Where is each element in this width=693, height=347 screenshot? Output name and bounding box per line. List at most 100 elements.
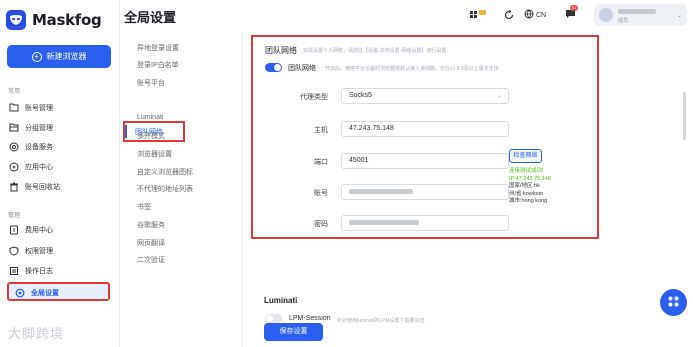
password-input[interactable]: [341, 215, 509, 231]
sidebar: Maskfog + 新建浏览器 常用 账号管理 分组管理 设备服务 应用中心 账…: [0, 0, 120, 347]
account-input[interactable]: [341, 184, 509, 200]
settings-content: 团队网络 如需设置个人网络，请前往【设置-本地设置-网络设置】进行设置 团队网络…: [243, 32, 693, 347]
scrollbar[interactable]: [683, 92, 686, 140]
settings-nav-item[interactable]: 异地登录设置: [137, 43, 179, 53]
avatar: [599, 8, 613, 22]
test-region: 国家/地区:hk: [509, 183, 540, 189]
sidebar-item-accounts[interactable]: 账号管理: [8, 101, 53, 114]
notification-button[interactable]: 51: [565, 5, 579, 21]
sidebar-item-global-settings-inner[interactable]: 全局设置: [14, 286, 59, 299]
chevron-down-icon: ⌄: [496, 93, 502, 99]
test-province: 州/省:kowloon: [509, 190, 544, 197]
sidebar-item-permissions[interactable]: 权限管理: [8, 244, 53, 257]
proxy-type-select[interactable]: Socks5 ⌄: [341, 88, 509, 104]
language-switch[interactable]: CN: [524, 9, 546, 21]
globe-icon: [524, 9, 534, 21]
refresh-icon[interactable]: [504, 9, 514, 21]
proxy-type-value: Socks5: [349, 92, 372, 99]
folder-open-icon: [8, 122, 19, 133]
watermark: 大脚跨境: [8, 327, 65, 342]
settings-nav-item[interactable]: 书签: [137, 202, 151, 212]
sidebar-item-label: 账号管理: [25, 104, 53, 112]
toggle-knob: [274, 64, 281, 71]
billing-icon: [8, 224, 19, 235]
lpm-session-toggle[interactable]: [265, 314, 282, 323]
settings-nav-item[interactable]: 不代理的地址列表: [137, 184, 193, 194]
sidebar-item-label: 账号回收站: [25, 183, 60, 191]
luminati-title: Luminati: [264, 296, 298, 305]
port-label: 端口: [314, 159, 328, 166]
toggle-hint: 开启后，使用平台设备时浏览器将默认接入该线路，仅在v1.9.9及以上版本支持: [325, 66, 499, 72]
user-role: 成员: [618, 18, 629, 24]
sidebar-item-label: 操作日志: [25, 267, 53, 275]
settings-nav-item[interactable]: 网页翻译: [137, 238, 165, 248]
new-browser-button[interactable]: + 新建浏览器: [7, 45, 111, 68]
sidebar-item-label: 费用中心: [25, 226, 53, 234]
folder-icon: [8, 102, 19, 113]
sidebar-item-device-service[interactable]: 设备服务: [8, 140, 53, 153]
settings-nav-item[interactable]: 自定义浏览器图标: [137, 167, 193, 177]
sidebar-item-label: 设备服务: [25, 143, 53, 151]
sidebar-item-app-center[interactable]: 应用中心: [8, 160, 53, 173]
settings-nav-item[interactable]: 登录IP白名单: [137, 60, 179, 70]
vip-icon[interactable]: [470, 9, 486, 21]
team-network-toggle[interactable]: [265, 63, 282, 72]
grid-icon: [668, 296, 679, 309]
test-ip: IP:47.243.75.148: [509, 175, 551, 182]
settings-icon: [14, 287, 25, 298]
shield-icon: [8, 245, 19, 256]
host-input[interactable]: 47.243.75.148: [341, 121, 509, 137]
section-title: 团队网络: [265, 46, 297, 55]
save-settings-button[interactable]: 保存设置: [264, 323, 323, 341]
sidebar-item-operation-log[interactable]: 操作日志: [8, 264, 53, 277]
password-label: 密码: [314, 221, 328, 228]
check-network-button[interactable]: 检查网络: [509, 149, 542, 163]
settings-nav-item[interactable]: 多开模式: [137, 131, 165, 141]
trash-icon: [8, 181, 19, 192]
settings-nav-item[interactable]: 二次验证: [137, 255, 165, 265]
section-label-manage: 管理: [8, 213, 21, 219]
sidebar-item-label: 应用中心: [25, 163, 53, 171]
team-network-section: 团队网络 如需设置个人网络，请前往【设置-本地设置-网络设置】进行设置 团队网络…: [251, 35, 599, 239]
sidebar-item-label: 权限管理: [25, 247, 53, 255]
test-status: 连接测试成功!: [509, 168, 544, 174]
sidebar-item-recycle-bin[interactable]: 账号回收站: [8, 180, 60, 193]
toggle-label: 团队网络: [288, 65, 316, 72]
proxy-type-label: 代理类型: [300, 94, 328, 101]
chevron-down-icon: ⌄: [676, 13, 682, 19]
app-logo[interactable]: Maskfog: [6, 10, 102, 30]
settings-nav-item[interactable]: 谷歌服务: [137, 220, 165, 230]
mask-logo-icon: [6, 10, 26, 30]
settings-nav-item[interactable]: Luminati: [137, 114, 163, 121]
test-city: 城市:hong kong: [509, 198, 548, 204]
apps-fab-button[interactable]: [660, 289, 687, 316]
sidebar-item-label: 全局设置: [31, 289, 59, 297]
language-label: CN: [536, 11, 547, 19]
page-title: 全局设置: [124, 10, 177, 25]
connection-test-result: 连接测试成功! IP:47.243.75.148 国家/地区:hk 州/省:ko…: [509, 168, 551, 206]
notification-badge: 51: [570, 5, 579, 11]
settings-nav-item[interactable]: 浏览器设置: [137, 149, 172, 159]
sidebar-item-label: 分组管理: [25, 124, 53, 132]
topbar: 全局设置 CN 51 成员 ⌄: [120, 0, 693, 32]
sidebar-item-billing[interactable]: 费用中心: [8, 223, 53, 236]
user-name-redacted: [618, 9, 656, 14]
redacted-value: [349, 219, 419, 225]
toggle-knob: [266, 315, 273, 322]
active-indicator: [125, 125, 127, 138]
user-menu[interactable]: 成员 ⌄: [594, 4, 687, 26]
sidebar-item-global-settings[interactable]: 全局设置: [7, 282, 110, 301]
host-label: 主机: [314, 127, 328, 134]
app-center-icon: [8, 161, 19, 172]
port-input[interactable]: 45001: [341, 153, 509, 169]
section-hint: 如需设置个人网络，请前往【设置-本地设置-网络设置】进行设置: [303, 48, 447, 54]
settings-nav-item[interactable]: 账号平台: [137, 78, 165, 88]
sidebar-item-groups[interactable]: 分组管理: [8, 121, 53, 134]
lpm-session-label: LPM-Session: [289, 315, 331, 322]
account-label: 账号: [314, 190, 328, 197]
app-name: Maskfog: [32, 11, 102, 29]
redacted-value: [349, 188, 413, 194]
settings-circle-icon: [8, 141, 19, 152]
plus-icon: +: [31, 51, 42, 62]
section-label-common: 常用: [8, 89, 21, 95]
